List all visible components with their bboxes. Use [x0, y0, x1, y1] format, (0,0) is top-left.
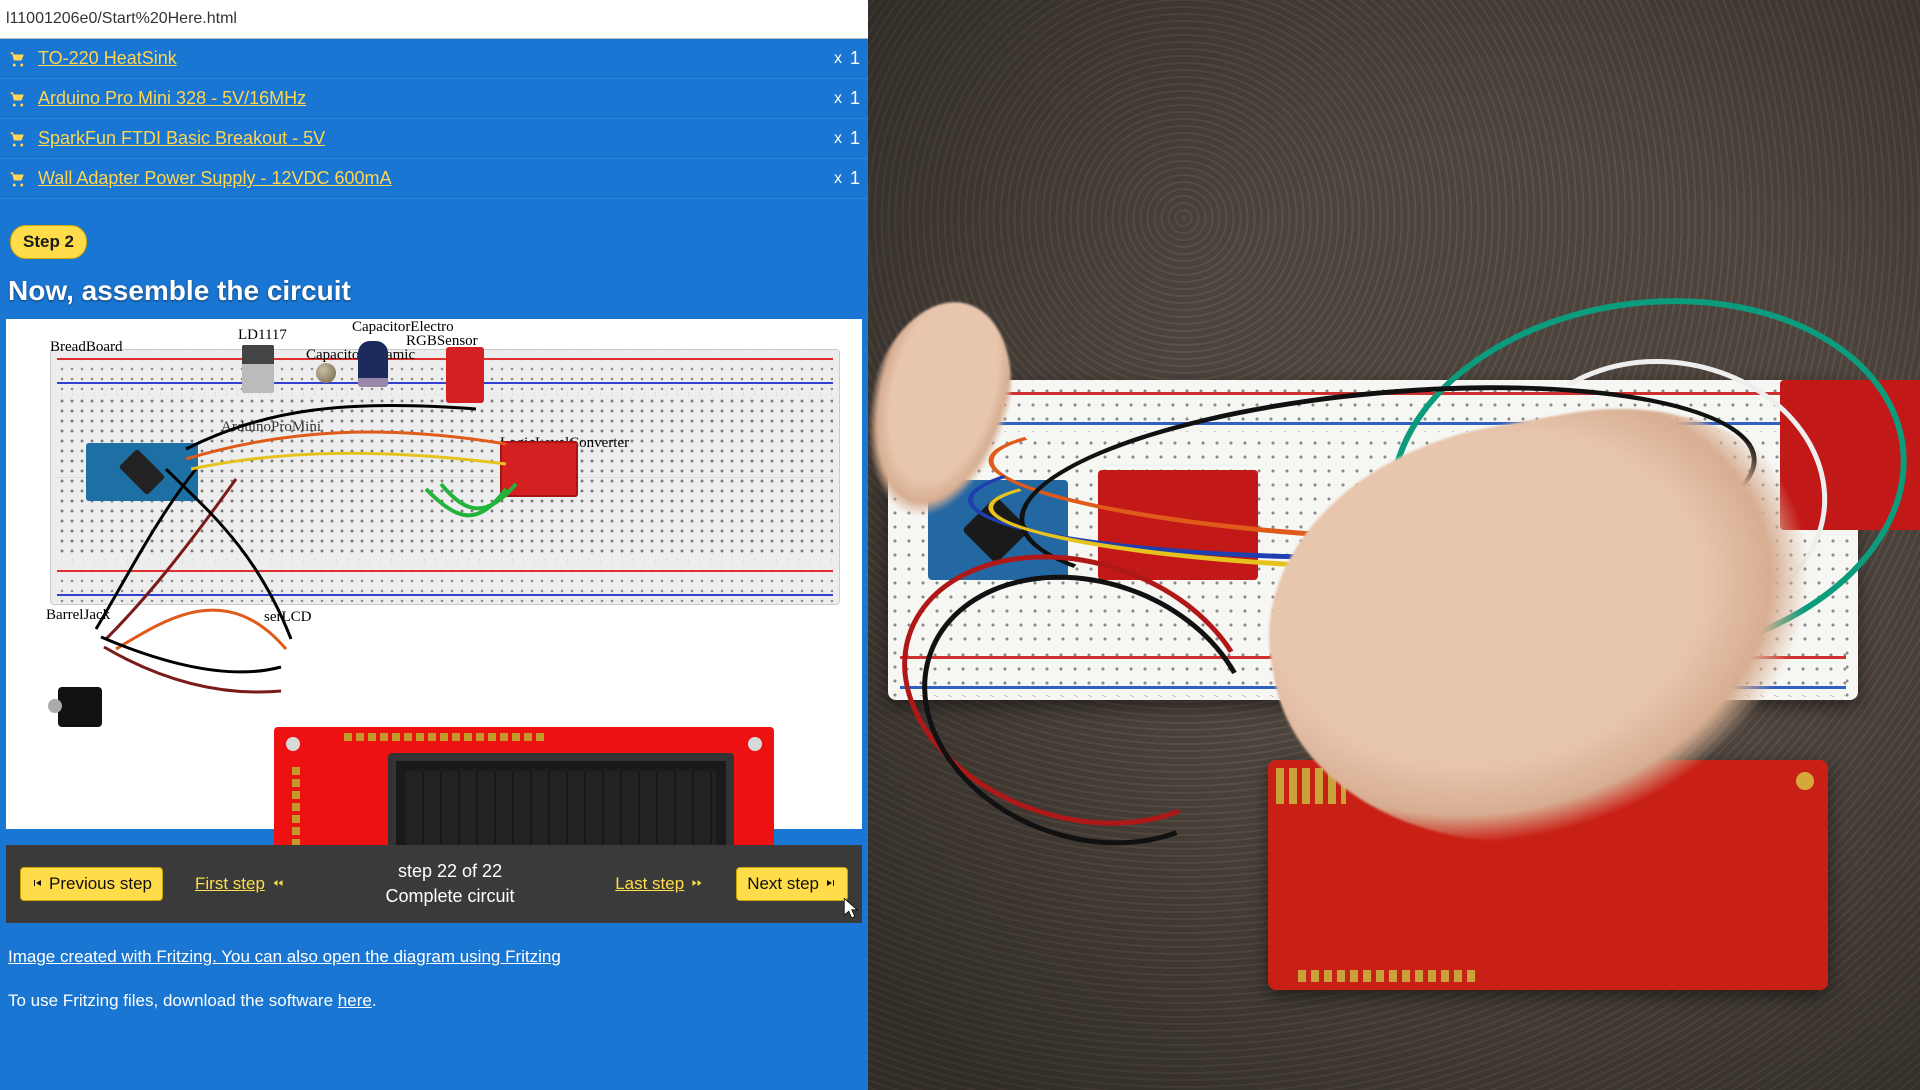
part-row[interactable]: TO-220 HeatSink x 1: [0, 39, 868, 79]
first-step-link[interactable]: First step: [185, 868, 295, 900]
component-arduino: [86, 443, 198, 501]
fritzing-caption-link[interactable]: Image created with Fritzing. You can als…: [0, 923, 868, 973]
parts-list: TO-220 HeatSink x 1 Arduino Pro Mini 328…: [0, 39, 868, 199]
fast-forward-icon: [690, 874, 704, 894]
component-cap-electro: [358, 341, 388, 387]
skip-forward-icon: [825, 874, 837, 894]
step-status: step 22 of 22 Complete circuit: [317, 859, 583, 909]
part-name: Wall Adapter Power Supply - 12VDC 600mA: [38, 168, 834, 189]
cart-icon: [8, 50, 28, 68]
label-ld1117: LD1117: [238, 327, 287, 344]
component-cap-ceramic: [316, 363, 336, 383]
cart-icon: [8, 90, 28, 108]
component-llc: [500, 441, 578, 497]
component-regulator: [242, 345, 274, 393]
circuit-diagram: BreadBoard LD1117 CapacitorElectro Capac…: [6, 319, 862, 829]
next-step-label: Next step: [747, 874, 819, 894]
software-download-link[interactable]: here: [338, 991, 372, 1010]
last-step-link[interactable]: Last step: [605, 868, 714, 900]
part-qty: 1: [850, 168, 860, 189]
label-breadboard: BreadBoard: [50, 339, 122, 356]
cart-icon: [8, 170, 28, 188]
step-counter: step 22 of 22: [317, 859, 583, 884]
step-badge: Step 2: [10, 225, 87, 259]
qty-x-icon: x: [834, 50, 842, 68]
part-qty: 1: [850, 128, 860, 149]
software-note-suffix: .: [372, 991, 377, 1010]
qty-x-icon: x: [834, 90, 842, 108]
part-name: SparkFun FTDI Basic Breakout - 5V: [38, 128, 834, 149]
previous-step-label: Previous step: [49, 874, 152, 894]
previous-step-button[interactable]: Previous step: [20, 867, 163, 901]
qty-x-icon: x: [834, 170, 842, 188]
part-qty: 1: [850, 48, 860, 69]
rewind-icon: [271, 874, 285, 894]
photo-pane: [868, 0, 1920, 1090]
last-step-label: Last step: [615, 874, 684, 894]
part-name: TO-220 HeatSink: [38, 48, 834, 69]
next-step-button[interactable]: Next step: [736, 867, 848, 901]
step-title: Now, assemble the circuit: [0, 271, 868, 319]
software-note: To use Fritzing files, download the soft…: [0, 973, 868, 1029]
label-barrel: BarrelJack: [46, 607, 110, 624]
qty-x-icon: x: [834, 130, 842, 148]
label-serlcd: serLCD: [264, 609, 312, 626]
part-name: Arduino Pro Mini 328 - 5V/16MHz: [38, 88, 834, 109]
part-qty: 1: [850, 88, 860, 109]
component-rgb-sensor: [446, 347, 484, 403]
cart-icon: [8, 130, 28, 148]
tutorial-pane: l11001206e0/Start%20Here.html TO-220 Hea…: [0, 0, 868, 1090]
skip-back-icon: [31, 874, 43, 894]
software-note-prefix: To use Fritzing files, download the soft…: [8, 991, 338, 1010]
part-row[interactable]: Wall Adapter Power Supply - 12VDC 600mA …: [0, 159, 868, 199]
component-barrel-jack: [58, 687, 102, 727]
url-fragment: l11001206e0/Start%20Here.html: [0, 0, 868, 39]
part-row[interactable]: SparkFun FTDI Basic Breakout - 5V x 1: [0, 119, 868, 159]
part-row[interactable]: Arduino Pro Mini 328 - 5V/16MHz x 1: [0, 79, 868, 119]
label-arduino: ArduinoProMini: [221, 419, 321, 436]
first-step-label: First step: [195, 874, 265, 894]
step-description: Complete circuit: [317, 884, 583, 909]
step-navigator: Previous step First step step 22 of 22 C…: [6, 845, 862, 923]
